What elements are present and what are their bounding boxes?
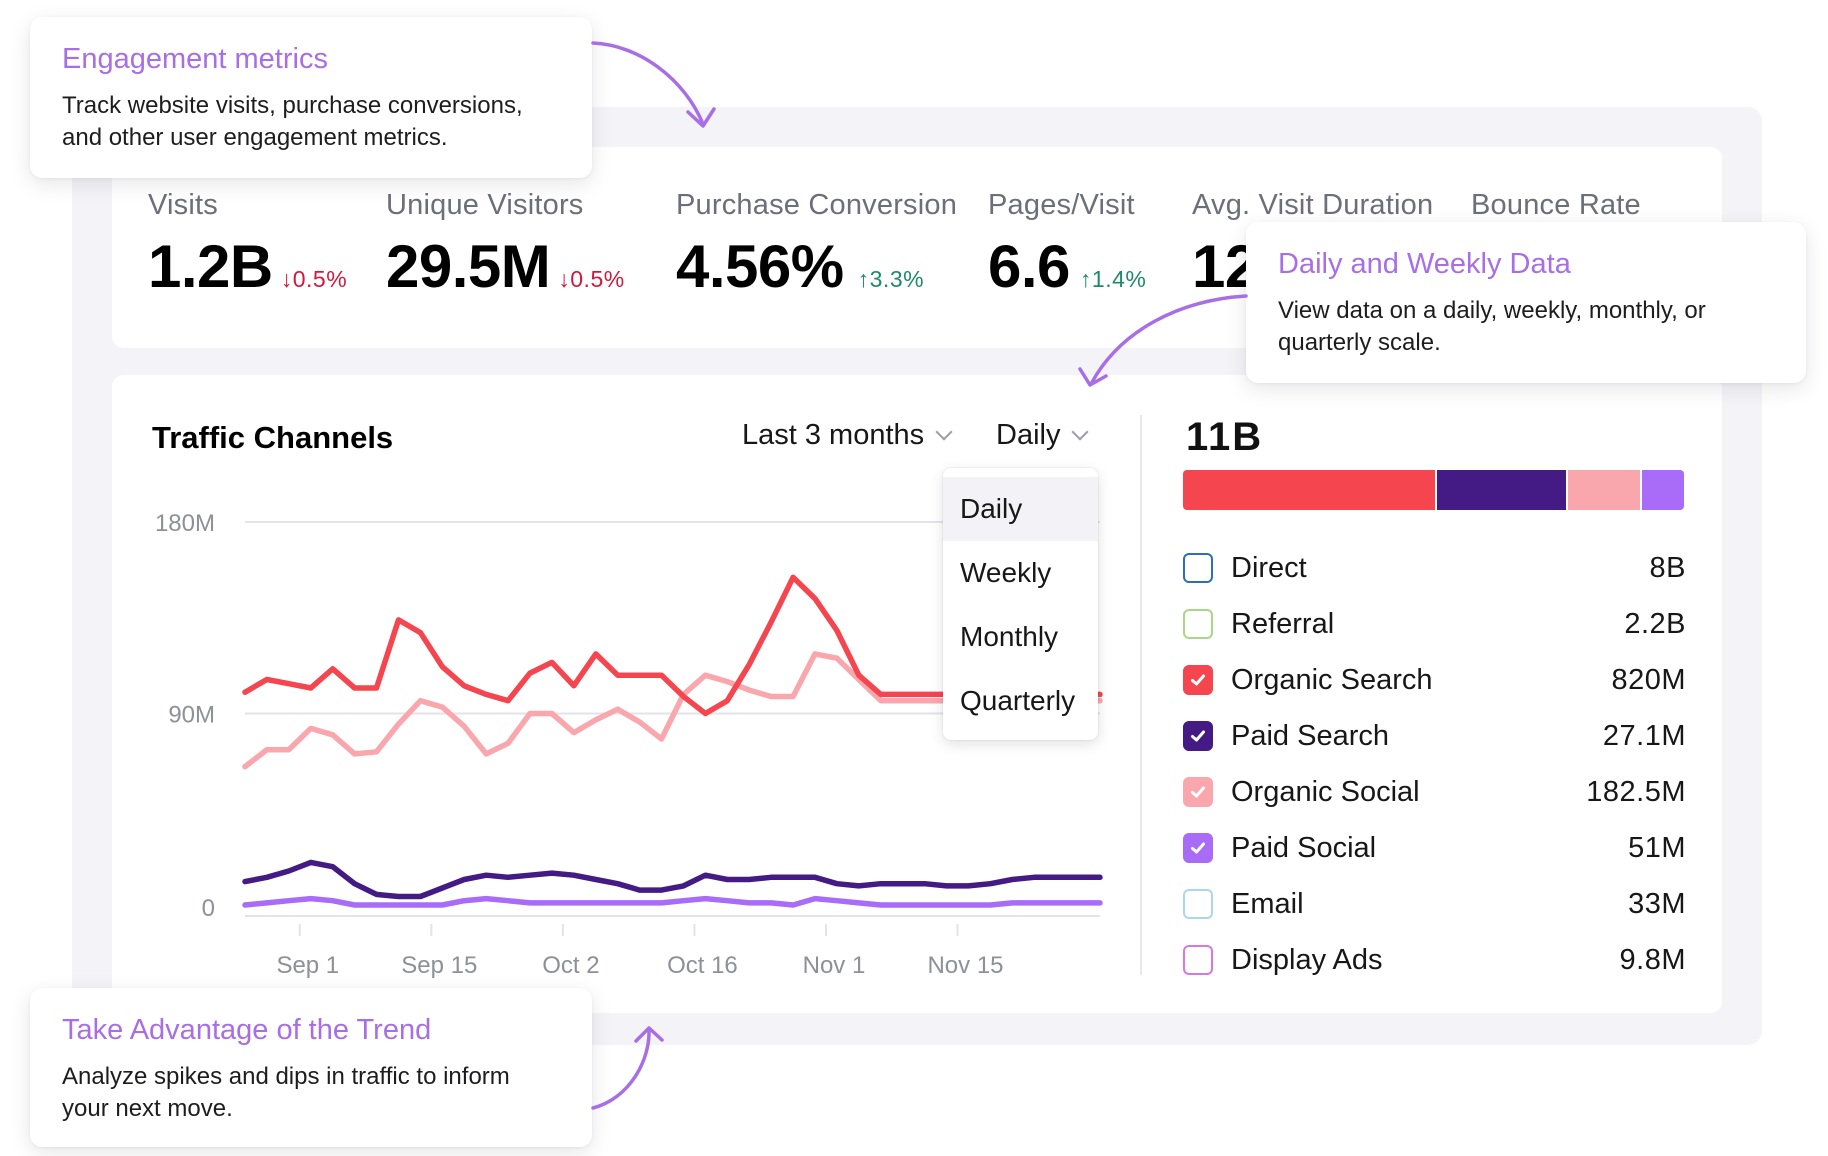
legend-item-left: Email	[1183, 888, 1304, 921]
legend-label: Paid Search	[1231, 719, 1389, 752]
dropdown-option-quarterly[interactable]: Quarterly	[943, 669, 1098, 733]
metric-value: 4.56%	[676, 233, 844, 300]
granularity-select[interactable]: Daily	[996, 419, 1089, 452]
callout-text: Analyze spikes and dips in traffic to in…	[62, 1063, 510, 1122]
metric-label: Purchase Conversion	[676, 189, 958, 221]
legend-label: Referral	[1231, 607, 1335, 640]
chevron-down-icon	[1071, 423, 1089, 440]
metric-label: Pages/Visit	[988, 189, 1135, 221]
legend-value: 33M	[1628, 887, 1686, 920]
legend-value: 9.8M	[1619, 943, 1686, 976]
legend-item-left: Referral	[1183, 608, 1334, 641]
metric-label: Bounce Rate	[1471, 189, 1641, 221]
legend-value: 27.1M	[1602, 719, 1686, 752]
checkbox-checked-icon[interactable]	[1183, 777, 1213, 807]
legend-item-left: Display Ads	[1183, 944, 1383, 977]
callout-title: Daily and Weekly Data	[1278, 248, 1571, 280]
metric-value: 1.2B	[148, 233, 273, 300]
share-segment-paid-search	[1437, 470, 1567, 510]
share-segment-organic-search	[1183, 470, 1436, 510]
legend-item-paid-social[interactable]: Paid Social 51M	[1183, 820, 1686, 876]
metric-unique-visitors: Unique Visitors 29.5M ↓0.5%	[386, 189, 625, 301]
legend-label: Email	[1231, 887, 1304, 920]
metric-pages-per-visit: Pages/Visit 6.6 ↑1.4%	[988, 189, 1146, 301]
dropdown-option-monthly[interactable]: Monthly	[943, 605, 1098, 669]
metric-bounce-rate: Bounce Rate	[1471, 189, 1641, 222]
dropdown-option-daily[interactable]: Daily	[943, 477, 1098, 541]
callout-text: Track website visits, purchase conversio…	[62, 92, 523, 151]
date-range-value: Last 3 months	[742, 419, 925, 451]
legend-value: 820M	[1611, 663, 1686, 696]
legend-item-organic-social[interactable]: Organic Social 182.5M	[1183, 764, 1686, 820]
callout-title: Take Advantage of the Trend	[62, 1014, 432, 1046]
metric-value: 6.6	[988, 233, 1070, 300]
legend-item-referral[interactable]: Referral 2.2B	[1183, 596, 1686, 652]
legend-value: 51M	[1628, 831, 1686, 864]
legend-label: Organic Social	[1231, 775, 1420, 808]
legend-item-display-ads[interactable]: Display Ads 9.8M	[1183, 932, 1686, 988]
checkbox-checked-icon[interactable]	[1183, 665, 1213, 695]
metric-purchase-conversion: Purchase Conversion 4.56% ↑3.3%	[676, 189, 957, 301]
callout-take-advantage-trend: Take Advantage of the Trend Analyze spik…	[30, 988, 592, 1147]
checkbox-unchecked-icon[interactable]	[1183, 553, 1213, 583]
legend-label: Paid Social	[1231, 831, 1377, 864]
callout-daily-weekly-data: Daily and Weekly Data View data on a dai…	[1246, 222, 1806, 383]
legend-item-email[interactable]: Email 33M	[1183, 876, 1686, 932]
legend-value: 182.5M	[1586, 775, 1686, 808]
legend-item-direct[interactable]: Direct 8B	[1183, 540, 1686, 596]
legend-value: 2.2B	[1624, 607, 1686, 640]
share-segment-organic-social	[1568, 470, 1640, 510]
legend-item-left: Organic Social	[1183, 776, 1420, 809]
legend-item-left: Paid Social	[1183, 832, 1376, 865]
metric-delta: ↑3.3%	[857, 266, 925, 292]
share-segment-paid-social	[1641, 470, 1684, 510]
metric-delta: ↓0.5%	[280, 266, 348, 292]
date-range-select[interactable]: Last 3 months	[742, 419, 953, 452]
checkbox-checked-icon[interactable]	[1183, 833, 1213, 863]
legend-label: Display Ads	[1231, 943, 1383, 976]
checkbox-unchecked-icon[interactable]	[1183, 889, 1213, 919]
metric-label: Visits	[148, 189, 218, 221]
granularity-dropdown-menu: Daily Weekly Monthly Quarterly	[943, 468, 1098, 740]
legend-item-left: Direct	[1183, 552, 1307, 585]
granularity-value: Daily	[996, 419, 1061, 451]
total-traffic-value: 11B	[1186, 415, 1264, 459]
metric-visits: Visits 1.2B ↓0.5%	[148, 189, 347, 301]
channel-share-bar	[1183, 470, 1684, 510]
legend-label: Direct	[1231, 551, 1307, 584]
legend-value: 8B	[1649, 551, 1686, 584]
metric-label: Avg. Visit Duration	[1192, 189, 1434, 221]
legend-item-paid-search[interactable]: Paid Search 27.1M	[1183, 708, 1686, 764]
callout-title: Engagement metrics	[62, 43, 328, 75]
checkbox-checked-icon[interactable]	[1183, 721, 1213, 751]
chevron-down-icon	[935, 423, 953, 440]
metric-delta: ↓0.5%	[558, 266, 625, 292]
checkbox-unchecked-icon[interactable]	[1183, 609, 1213, 639]
metric-delta: ↑1.4%	[1079, 266, 1147, 292]
metric-value: 29.5M	[386, 233, 551, 300]
channel-legend: Direct 8B Referral 2.2B Organic Search 820M Pa…	[1183, 540, 1686, 988]
legend-item-left: Organic Search	[1183, 664, 1433, 697]
legend-item-left: Paid Search	[1183, 720, 1389, 753]
callout-text: View data on a daily, weekly, monthly, o…	[1278, 297, 1706, 356]
panel-divider	[1140, 415, 1142, 975]
dropdown-option-weekly[interactable]: Weekly	[943, 541, 1098, 605]
traffic-title: Traffic Channels	[152, 420, 394, 455]
callout-engagement-metrics: Engagement metrics Track website visits,…	[30, 17, 592, 178]
legend-item-organic-search[interactable]: Organic Search 820M	[1183, 652, 1686, 708]
legend-label: Organic Search	[1231, 663, 1433, 696]
checkbox-unchecked-icon[interactable]	[1183, 945, 1213, 975]
metric-label: Unique Visitors	[386, 189, 584, 221]
